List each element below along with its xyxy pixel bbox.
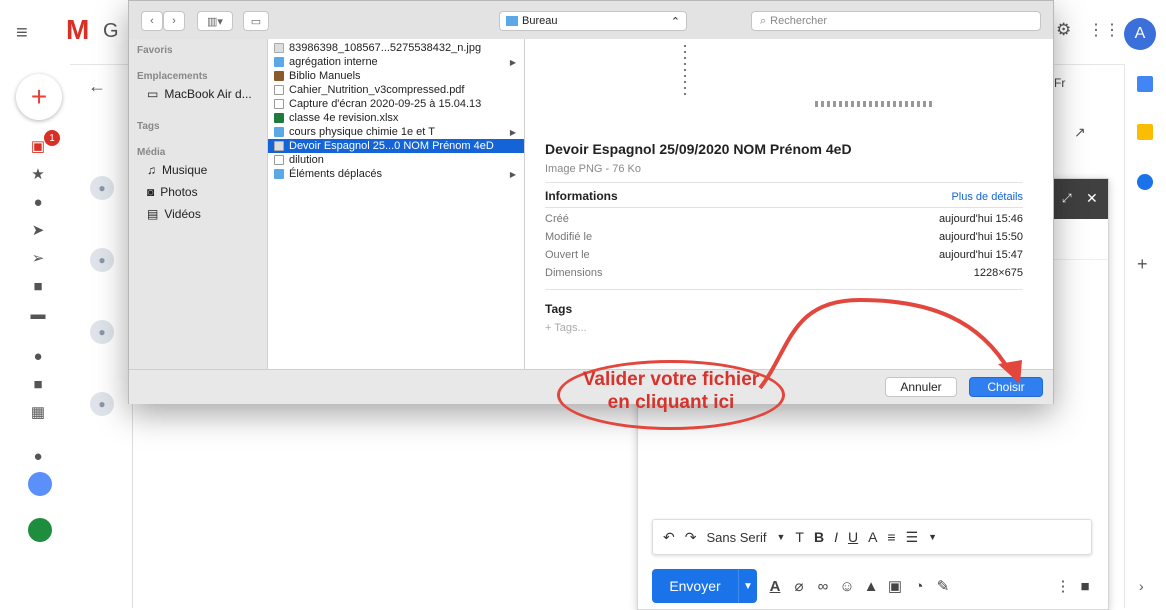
- annotation-arrow: [758, 297, 1022, 390]
- annotation-text: Valider votre fichier en cliquant ici: [557, 368, 785, 414]
- annotation-line-2: en cliquant ici: [607, 392, 735, 413]
- annotation-line-1: Valider votre fichier: [582, 369, 760, 390]
- arrow-head-icon: [998, 360, 1022, 384]
